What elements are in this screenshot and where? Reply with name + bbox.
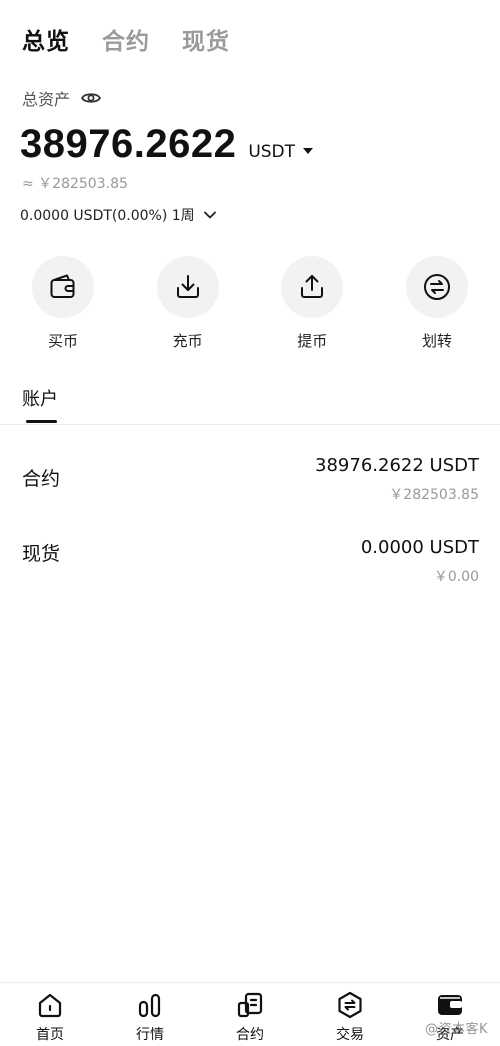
deposit-label: 充币 <box>172 332 203 350</box>
nav-market-label: 行情 <box>136 1027 164 1043</box>
caret-down-icon <box>303 148 314 154</box>
total-asset-header: 总资产 <box>22 86 102 110</box>
account-name: 现货 <box>22 543 61 565</box>
approx-fiat-value: ≈ ￥282503.85 <box>22 176 128 192</box>
account-name: 合约 <box>22 468 61 490</box>
transfer-label: 划转 <box>421 332 452 350</box>
account-value: 38976.2622 USDT <box>315 455 479 476</box>
account-fiat-value: ￥0.00 <box>433 569 479 585</box>
account-fiat-value: ￥282503.85 <box>389 487 479 503</box>
contract-icon <box>235 990 265 1020</box>
deposit-icon <box>156 256 219 318</box>
nav-contract[interactable]: 合约 <box>200 983 300 1046</box>
nav-home[interactable]: 首页 <box>0 983 100 1046</box>
nav-market[interactable]: 行情 <box>100 983 200 1046</box>
currency-label: USDT <box>248 142 296 162</box>
account-row-spot[interactable]: 现货 0.0000 USDT ￥0.00 <box>0 537 500 597</box>
deposit-button[interactable]: 充币 <box>156 256 219 351</box>
total-balance: 38976.2622 <box>20 122 237 166</box>
trade-icon <box>335 990 365 1020</box>
withdraw-label: 提币 <box>297 332 328 350</box>
withdraw-icon <box>281 256 344 318</box>
account-row-contract[interactable]: 合约 38976.2622 USDT ￥282503.85 <box>0 455 500 515</box>
home-icon <box>35 990 65 1020</box>
balance-row: 38976.2622 USDT <box>20 122 314 167</box>
nav-trade-label: 交易 <box>336 1027 364 1043</box>
withdraw-button[interactable]: 提币 <box>281 256 344 351</box>
buy-crypto-label: 买币 <box>47 332 78 350</box>
pnl-text: 0.0000 USDT(0.00%) 1周 <box>20 208 195 224</box>
top-tabs: 总览 合约 现货 <box>22 22 230 56</box>
eye-icon[interactable] <box>80 87 102 109</box>
tab-overview[interactable]: 总览 <box>22 22 70 56</box>
quick-actions: 买币 充币 提币 划转 <box>0 256 500 351</box>
buy-crypto-button[interactable]: 买币 <box>32 256 94 351</box>
divider <box>0 424 500 425</box>
wallet-icon <box>32 256 94 318</box>
pnl-period-selector[interactable]: 0.0000 USDT(0.00%) 1周 <box>20 205 219 225</box>
assets-icon <box>435 990 465 1020</box>
nav-home-label: 首页 <box>36 1027 64 1043</box>
watermark: @资本客K <box>424 1022 488 1037</box>
transfer-button[interactable]: 划转 <box>405 256 468 351</box>
tab-spot[interactable]: 现货 <box>182 22 230 56</box>
total-asset-label: 总资产 <box>22 90 71 109</box>
accounts-section-title: 账户 <box>22 389 58 410</box>
nav-contract-label: 合约 <box>236 1027 264 1043</box>
section-underline <box>26 420 57 423</box>
market-icon <box>135 990 165 1020</box>
tab-contract[interactable]: 合约 <box>102 22 150 56</box>
transfer-icon <box>405 256 468 318</box>
nav-trade[interactable]: 交易 <box>300 983 400 1046</box>
account-value: 0.0000 USDT <box>360 537 479 558</box>
currency-select[interactable]: USDT <box>248 142 314 162</box>
chevron-down-icon <box>203 211 216 219</box>
